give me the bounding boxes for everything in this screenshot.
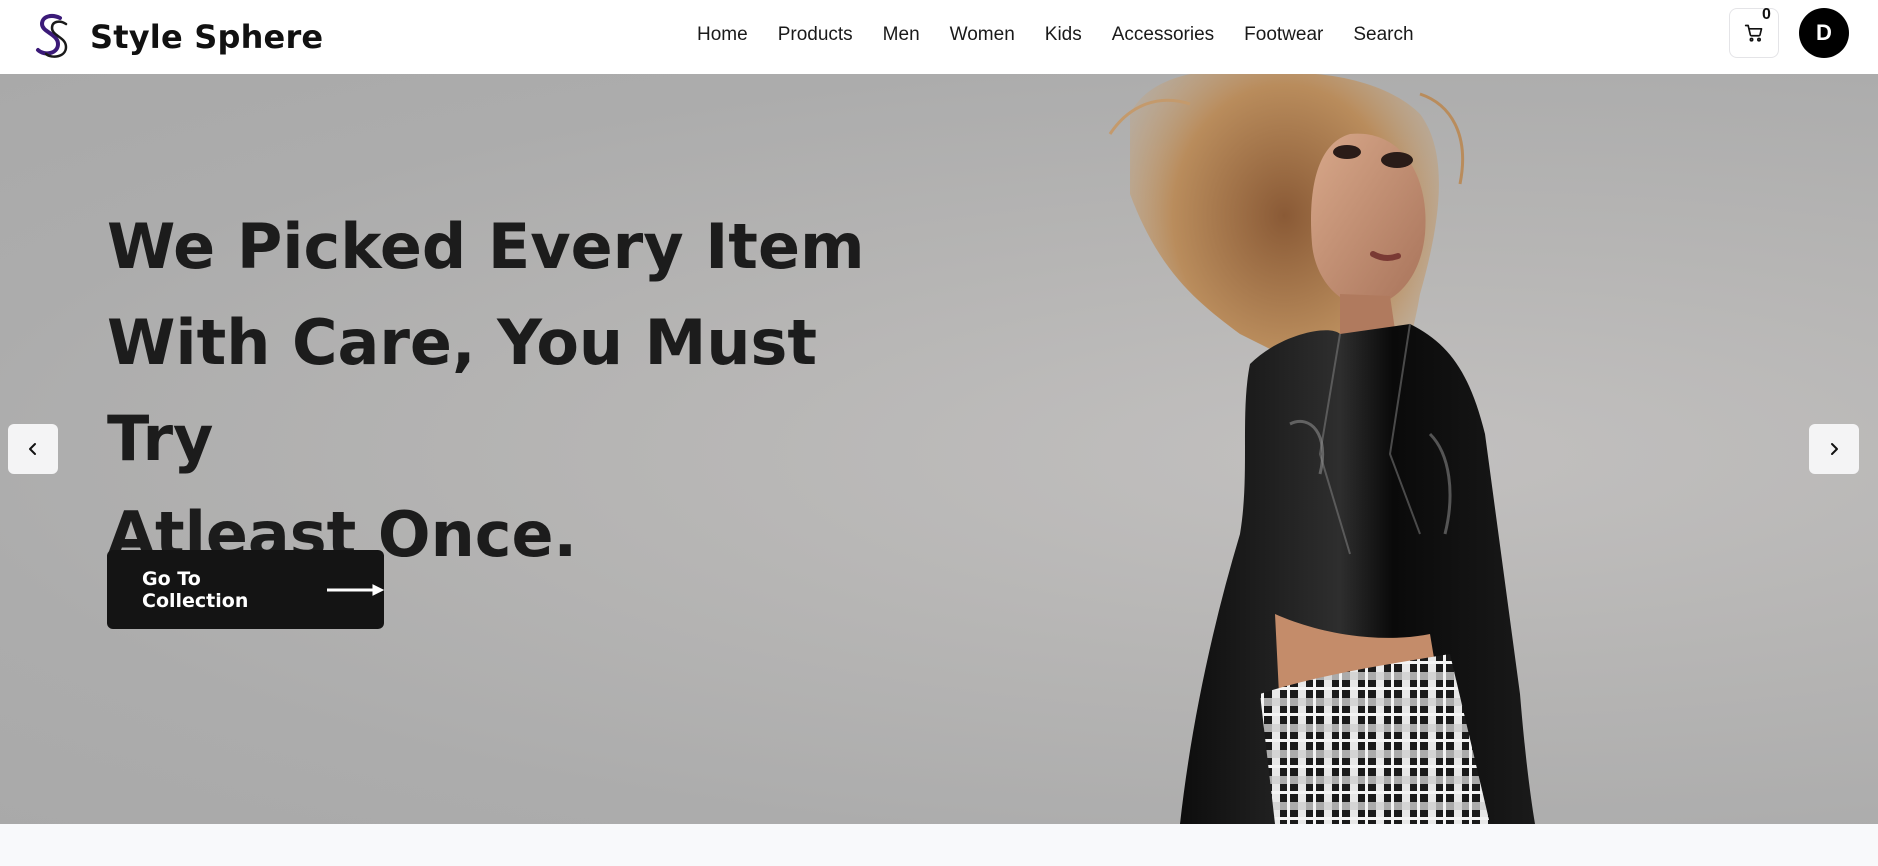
nav-accessories[interactable]: Accessories: [1112, 24, 1214, 46]
nav-men[interactable]: Men: [883, 24, 920, 46]
nav-footwear[interactable]: Footwear: [1244, 24, 1323, 46]
nav-women[interactable]: Women: [950, 24, 1015, 46]
brand[interactable]: Style Sphere: [30, 8, 323, 66]
cart-icon: [1744, 24, 1763, 42]
chevron-right-icon: [1831, 443, 1838, 455]
arrow-right-icon: [326, 583, 384, 596]
hero-headline: We Picked Every Item With Care, You Must…: [107, 199, 867, 583]
cart-button[interactable]: [1729, 8, 1779, 58]
chevron-left-icon: [29, 443, 36, 455]
headline-line-1: We Picked Every Item: [107, 210, 865, 283]
carousel-prev-button[interactable]: [8, 424, 58, 474]
nav-kids[interactable]: Kids: [1045, 24, 1082, 46]
go-to-collection-button[interactable]: Go To Collection: [107, 550, 384, 629]
cta-label: Go To Collection: [142, 567, 249, 612]
nav-products[interactable]: Products: [778, 24, 853, 46]
headline-line-2-regular: With Care,: [107, 306, 498, 379]
hero-model-image: [1108, 74, 1535, 824]
brand-name: Style Sphere: [90, 18, 324, 56]
cart-count-badge: 0: [1762, 6, 1771, 23]
top-navbar: Style Sphere Home Products Men Women Kid…: [0, 0, 1878, 74]
below-hero-section: [0, 824, 1878, 866]
ss-monogram-logo: [36, 14, 68, 58]
nav-search[interactable]: Search: [1353, 24, 1413, 46]
hero-banner: We Picked Every Item With Care, You Must…: [0, 74, 1878, 824]
carousel-next-button[interactable]: [1809, 424, 1859, 474]
main-nav: Home Products Men Women Kids Accessories…: [697, 21, 1444, 49]
nav-home[interactable]: Home: [697, 24, 748, 46]
user-avatar[interactable]: D: [1799, 8, 1849, 58]
